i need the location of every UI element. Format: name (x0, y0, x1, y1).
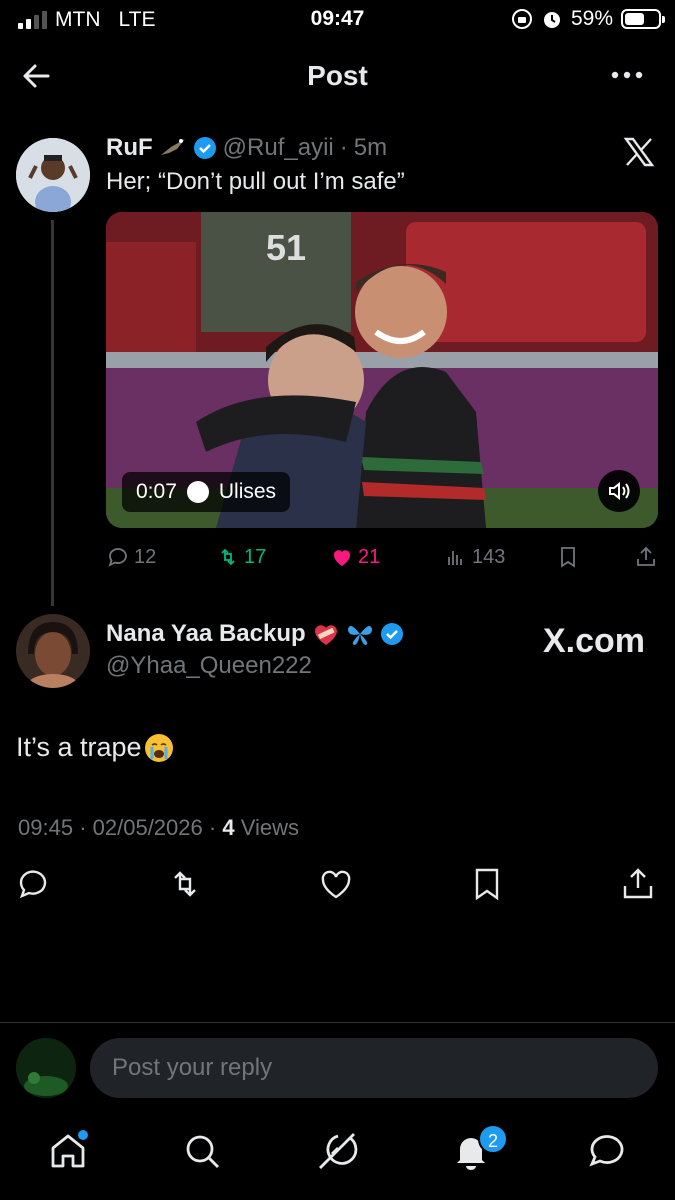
volume-icon[interactable] (598, 470, 640, 512)
bookmark-icon (561, 547, 575, 568)
bookmark-icon[interactable] (469, 866, 505, 902)
video-duration: 0:07 (136, 480, 177, 503)
reply-icon (108, 548, 127, 567)
main-post-text: It’s a trape (16, 732, 142, 762)
bookmark-action[interactable] (556, 545, 580, 569)
heart-bandage-emoji-icon (314, 625, 337, 645)
meta-separator: · (79, 815, 87, 840)
notifications-badge: 2 (478, 1124, 508, 1154)
alarm-icon (543, 12, 560, 28)
heart-filled-icon (333, 550, 351, 566)
main-author-handle[interactable]: @Yhaa_Queen222 (106, 652, 312, 680)
post-views-label: Views (240, 815, 299, 840)
more-options-icon[interactable] (607, 60, 647, 90)
analytics-icon (448, 551, 462, 565)
video-info-pill: 0:07 Ulises (122, 472, 291, 512)
repost-icon[interactable] (167, 866, 203, 902)
post-date: 02/05/2026 (92, 815, 203, 840)
repost-icon (221, 548, 235, 566)
home-unread-dot (78, 1130, 88, 1140)
share-action[interactable] (634, 545, 658, 569)
x-com-watermark: X.com (542, 622, 645, 660)
video-player[interactable]: 51 0:07 Ulises (106, 212, 658, 528)
repost-action[interactable]: 17 (216, 545, 266, 569)
parent-post-header: RuF @Ruf_ayii · 5m (106, 134, 387, 162)
parent-author-avatar[interactable] (16, 138, 90, 212)
grok-icon[interactable] (316, 1130, 358, 1172)
current-user-avatar[interactable] (16, 1038, 76, 1098)
battery-icon (621, 9, 665, 29)
meta-separator: · (208, 815, 217, 840)
parent-author-handle[interactable]: @Ruf_ayii (223, 134, 334, 162)
share-icon (637, 546, 655, 566)
repost-count: 17 (244, 545, 267, 568)
post-views-count: 4 (222, 815, 235, 840)
reply-input[interactable]: Post your reply (90, 1038, 658, 1098)
search-icon[interactable] (181, 1130, 223, 1172)
credit-avatar-icon (186, 481, 209, 503)
verified-badge-icon (380, 623, 403, 645)
main-post-text-row: It’s a trape (16, 732, 174, 763)
like-count: 21 (358, 545, 381, 568)
main-post-actions (0, 866, 675, 910)
like-icon[interactable] (318, 866, 354, 902)
reply-icon[interactable] (16, 866, 52, 902)
post-time: 09:45 (18, 815, 74, 840)
post-meta: 09:45 · 02/05/2026 · 4 Views (18, 815, 299, 841)
crying-face-emoji-icon (144, 733, 173, 762)
divider (0, 1022, 675, 1023)
status-bar: MTN LTE 09:47 59% (0, 0, 675, 38)
butterfly-emoji-icon (347, 625, 372, 645)
thread-connector (51, 220, 54, 606)
reply-count: 12 (134, 545, 157, 568)
reply-action[interactable]: 12 (106, 545, 156, 569)
verified-badge-icon (193, 137, 216, 159)
main-author-avatar[interactable] (16, 614, 90, 688)
battery-percent: 59% (570, 7, 613, 30)
parent-author-name[interactable]: RuF (106, 134, 153, 162)
separator-dot: · (339, 134, 348, 161)
messages-icon[interactable] (586, 1130, 628, 1172)
eagle-emoji-icon (160, 139, 185, 155)
video-credit: Ulises (218, 480, 277, 503)
main-author-name[interactable]: Nana Yaa Backup (106, 620, 306, 648)
bottom-navigation: 2 (0, 1120, 675, 1190)
orientation-lock-icon (511, 9, 532, 29)
page-title: Post (307, 60, 368, 91)
svg-text:51: 51 (266, 227, 306, 268)
share-icon[interactable] (620, 866, 656, 902)
views-count: 143 (472, 545, 506, 568)
parent-post-text: Her; “Don’t pull out I’m safe” (106, 168, 405, 195)
parent-post-actions: 12 17 21 143 (106, 545, 658, 575)
like-action[interactable]: 21 (330, 545, 380, 569)
views-action[interactable]: 143 (444, 545, 505, 569)
parent-post-age: 5m (353, 134, 388, 161)
main-author-name-row: Nana Yaa Backup (106, 620, 404, 648)
post-header: Post (0, 50, 675, 102)
x-logo-icon (623, 137, 655, 167)
